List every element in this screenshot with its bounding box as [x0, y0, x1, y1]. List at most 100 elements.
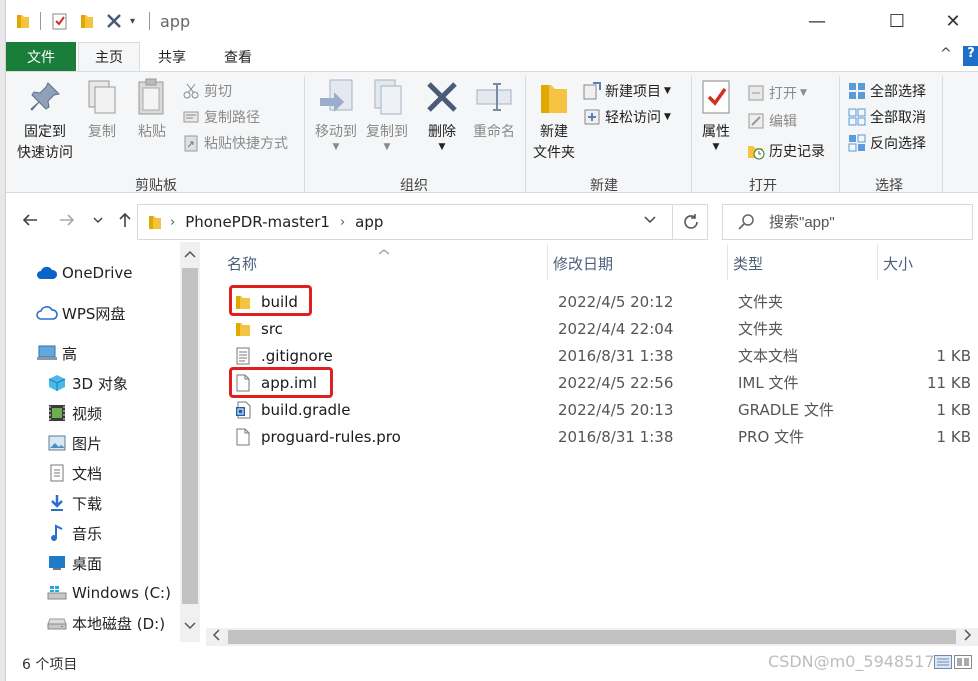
nav-pane-scroll-thumb[interactable] — [182, 268, 198, 604]
properties-label: 属性 — [702, 124, 730, 140]
delete-button[interactable]: 删除 ▼ — [422, 78, 462, 152]
move-to-button[interactable]: 移动到 ▼ — [311, 78, 361, 152]
pin-to-quick-access-button[interactable]: 固定到 快速访问 — [14, 78, 76, 164]
nav-item-desktop[interactable]: 桌面 — [46, 551, 102, 575]
file-size: 1 KB — [936, 346, 971, 365]
nav-item-pictures[interactable]: 图片 — [46, 431, 102, 455]
nav-item-onedrive[interactable]: OneDrive — [36, 261, 133, 285]
nav-item-label: 3D 对象 — [72, 374, 128, 393]
maximize-button[interactable]: ☐ — [873, 0, 921, 42]
file-name: src — [261, 319, 283, 338]
up-arrow-icon[interactable] — [116, 211, 134, 234]
recent-locations-chevron-icon[interactable] — [92, 215, 104, 228]
column-header-date[interactable]: 修改日期 — [553, 253, 613, 274]
select-all-button[interactable]: 全部选择 — [848, 80, 926, 102]
search-box[interactable] — [722, 204, 973, 240]
properties-quick-icon[interactable] — [52, 11, 68, 31]
file-row-app-iml[interactable]: app.iml 2022/4/5 22:56 IML 文件 11 KB — [228, 369, 975, 396]
new-group-label: 新建 — [590, 178, 618, 194]
clipboard-group-label: 剪贴板 — [135, 178, 177, 194]
file-row-build[interactable]: build 2022/4/5 20:12 文件夹 — [228, 288, 975, 315]
nav-item-local-disk-d[interactable]: 本地磁盘 (D:) — [46, 611, 165, 635]
nav-item-downloads[interactable]: 下载 — [46, 491, 102, 515]
nav-item-this-pc[interactable]: 高 — [36, 341, 77, 365]
column-header-size[interactable]: 大小 — [883, 253, 913, 274]
open-button[interactable]: 打开 ▼ — [747, 82, 807, 104]
scroll-left-icon[interactable] — [212, 629, 220, 644]
scroll-down-icon[interactable] — [184, 620, 196, 633]
address-dropdown-chevron-icon[interactable] — [643, 214, 657, 230]
file-row-proguard-rules[interactable]: proguard-rules.pro 2016/8/31 1:38 PRO 文件… — [228, 423, 975, 450]
paste-shortcut-label: 粘贴快捷方式 — [204, 136, 288, 152]
scissors-icon — [182, 82, 200, 100]
invert-selection-button[interactable]: 反向选择 — [848, 132, 926, 154]
tab-view[interactable]: 查看 — [206, 42, 270, 71]
new-folder-button[interactable]: 新建 文件夹 — [530, 78, 578, 164]
scroll-right-icon[interactable] — [964, 629, 972, 644]
edit-button[interactable]: 编辑 — [747, 110, 797, 132]
address-bar[interactable]: › PhonePDR-master1 › app — [137, 204, 708, 240]
nav-item-videos[interactable]: 视频 — [46, 401, 102, 425]
wps-cloud-icon — [36, 304, 58, 322]
nav-item-wps-cloud[interactable]: WPS网盘 — [36, 301, 125, 325]
search-input[interactable] — [769, 213, 959, 231]
history-button[interactable]: 历史记录 — [747, 140, 825, 162]
nav-item-documents[interactable]: 文档 — [46, 461, 102, 485]
move-to-icon — [317, 78, 355, 116]
paste-button[interactable]: 粘贴 — [132, 78, 172, 143]
file-row-gitignore[interactable]: .gitignore 2016/8/31 1:38 文本文档 1 KB — [228, 342, 975, 369]
column-header-name[interactable]: 名称 — [227, 253, 257, 274]
breadcrumb-app[interactable]: app — [355, 213, 383, 231]
minimize-button[interactable]: — — [793, 0, 841, 42]
file-type: 文件夹 — [738, 320, 784, 338]
file-list-horizontal-scrollbar[interactable] — [206, 628, 978, 646]
tab-home[interactable]: 主页 — [78, 42, 140, 71]
copy-button[interactable]: 复制 — [82, 78, 122, 143]
select-none-button[interactable]: 全部取消 — [848, 106, 926, 128]
nav-item-windows-c[interactable]: Windows (C:) — [46, 581, 171, 605]
properties-icon — [697, 78, 735, 116]
nav-pane-scrollbar[interactable] — [180, 242, 200, 642]
copy-to-label: 复制到 — [366, 124, 408, 140]
music-icon — [46, 524, 68, 542]
forward-arrow-icon[interactable] — [58, 211, 76, 234]
organize-group-label: 组织 — [400, 178, 428, 194]
delete-quick-icon[interactable] — [106, 11, 122, 31]
collapse-ribbon-button[interactable]: ^ — [940, 46, 952, 62]
customize-quick-access-icon[interactable]: ▾ — [130, 11, 135, 31]
tab-share[interactable]: 共享 — [142, 42, 202, 71]
back-arrow-icon[interactable] — [21, 211, 39, 234]
nav-item-label: Windows (C:) — [72, 584, 171, 602]
search-icon — [737, 213, 755, 231]
easy-access-button[interactable]: 轻松访问 ▼ — [583, 106, 671, 128]
close-button[interactable]: ✕ — [929, 0, 977, 42]
large-icons-view-icon[interactable] — [954, 655, 972, 673]
copy-to-button[interactable]: 复制到 ▼ — [362, 78, 412, 152]
video-icon — [46, 404, 68, 422]
windows-drive-icon — [46, 584, 68, 602]
cut-button[interactable]: 剪切 — [182, 80, 232, 102]
column-header-type[interactable]: 类型 — [733, 253, 763, 274]
select-none-label: 全部取消 — [870, 110, 926, 126]
help-button[interactable]: ? — [963, 46, 978, 66]
horizontal-scroll-thumb[interactable] — [228, 630, 956, 644]
file-row-src[interactable]: src 2022/4/4 22:04 文件夹 — [228, 315, 975, 342]
scroll-up-icon[interactable] — [184, 248, 196, 261]
computer-icon — [36, 344, 58, 362]
nav-item-music[interactable]: 音乐 — [46, 521, 102, 545]
tab-file[interactable]: 文件 — [6, 42, 76, 71]
new-folder-quick-icon[interactable] — [80, 11, 94, 31]
nav-item-3d-objects[interactable]: 3D 对象 — [46, 371, 128, 395]
copy-path-button[interactable]: 复制路径 — [182, 106, 260, 128]
new-item-dropdown-icon: ▼ — [664, 86, 671, 96]
refresh-button[interactable] — [672, 204, 708, 240]
details-view-icon[interactable] — [934, 655, 952, 673]
paste-shortcut-button[interactable]: 粘贴快捷方式 — [182, 132, 288, 154]
file-size: 1 KB — [936, 400, 971, 419]
breadcrumb-phonepdr-master1[interactable]: PhonePDR-master1 — [185, 213, 330, 231]
rename-button[interactable]: 重命名 — [467, 78, 521, 143]
open-dropdown-icon: ▼ — [800, 88, 807, 98]
new-item-button[interactable]: 新建项目 ▼ — [583, 80, 671, 102]
file-row-build-gradle[interactable]: build.gradle 2022/4/5 20:13 GRADLE 文件 1 … — [228, 396, 975, 423]
properties-button[interactable]: 属性 ▼ — [696, 78, 736, 152]
